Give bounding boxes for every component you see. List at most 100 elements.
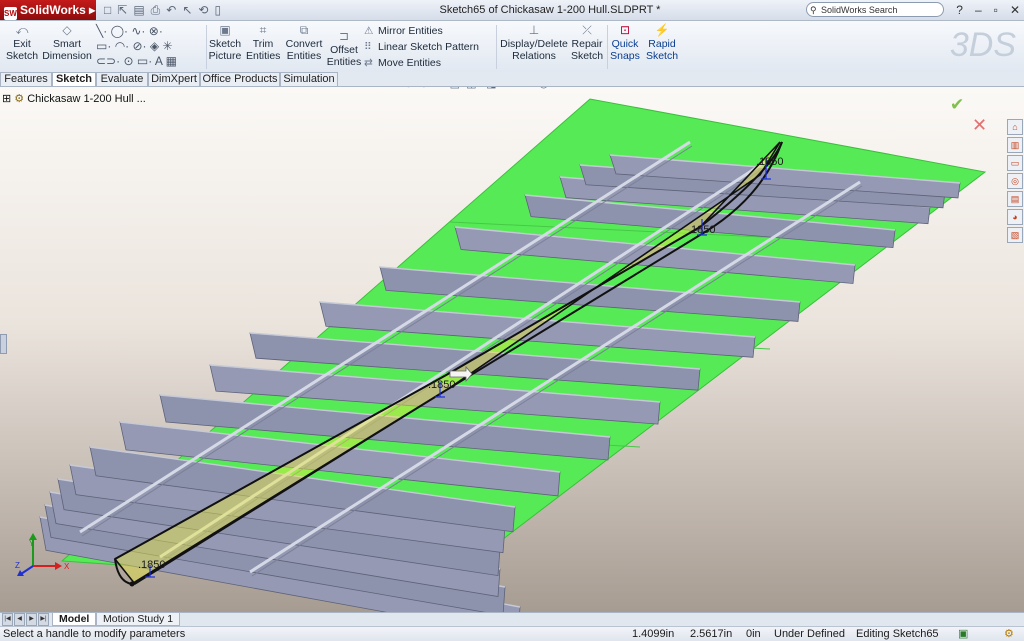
quick-snaps-button[interactable]: ⊡ Quick Snaps xyxy=(609,23,641,62)
file-explorer-icon[interactable]: ▭ xyxy=(1007,155,1023,171)
triad-x-label: X xyxy=(64,562,70,571)
view-palette-icon[interactable]: ◎ xyxy=(1007,173,1023,189)
repair-sketch-button[interactable]: ⤫ Repair Sketch xyxy=(570,23,604,62)
quick-tips-icon[interactable]: ▣ xyxy=(958,627,968,641)
slot-icon[interactable]: ⊂⊃· xyxy=(96,54,120,68)
save-icon[interactable]: ▤ xyxy=(133,1,144,19)
section-view-icon[interactable]: ▤ xyxy=(450,87,460,90)
undo-icon[interactable]: ↶ xyxy=(166,1,176,19)
display-style-icon[interactable]: ◨· xyxy=(486,87,500,90)
previous-view-icon[interactable]: ↺ xyxy=(434,87,443,90)
trim-entities-button[interactable]: ⌗ Trim Entities xyxy=(246,23,280,62)
prev-tab-icon[interactable]: ◀ xyxy=(14,613,25,626)
tab-features[interactable]: Features xyxy=(0,72,52,86)
hide-show-icon[interactable]: ◐· xyxy=(506,87,516,90)
line-icon[interactable]: ╲· xyxy=(96,24,107,38)
doc-restore-icon[interactable]: ▫ xyxy=(990,87,994,90)
offset-entities-button[interactable]: ⊐ Offset Entities xyxy=(326,29,362,68)
trim-entities-label: Trim Entities xyxy=(246,38,281,62)
display-delete-relations-button[interactable]: ⊥ Display/Delete Relations xyxy=(500,23,568,62)
rebuild-status-icon[interactable]: ⚙ xyxy=(1004,627,1014,641)
mirror-entities-button[interactable]: ⚠ Mirror Entities xyxy=(364,23,479,39)
minimize-icon[interactable]: – xyxy=(975,1,982,19)
dimension-label-3[interactable]: .1850 xyxy=(688,224,716,236)
tab-motion-study-1[interactable]: Motion Study 1 xyxy=(96,613,181,626)
zoom-to-fit-icon[interactable]: ⊕ xyxy=(404,87,413,90)
solidworks-logo[interactable]: SW SolidWorks ▸ xyxy=(0,0,96,20)
doc-minimize-icon[interactable]: – xyxy=(976,87,982,90)
design-library-icon[interactable]: ▥ xyxy=(1007,137,1023,153)
help-button[interactable]: ? xyxy=(956,1,963,19)
print-icon[interactable]: ⎙ xyxy=(151,1,161,19)
tab-dimxpert[interactable]: DimXpert xyxy=(148,72,200,86)
tab-office-products[interactable]: Office Products xyxy=(200,72,280,86)
exit-sketch-icon: ⤺ xyxy=(15,23,29,37)
forum-icon[interactable]: ▧ xyxy=(1007,227,1023,243)
smart-dimension-label: Smart Dimension xyxy=(42,38,92,62)
select-icon[interactable]: ↖ xyxy=(182,1,192,19)
rapid-sketch-button[interactable]: ⚡ Rapid Sketch xyxy=(645,23,679,62)
ellipse-icon[interactable]: ⊘· xyxy=(133,39,147,53)
new-document-icon[interactable]: □ xyxy=(104,1,111,19)
reference-triad: Y X Z xyxy=(15,533,70,576)
status-bar: Select a handle to modify parameters 1.4… xyxy=(0,626,1024,641)
next-tab-icon[interactable]: ▶ xyxy=(26,613,37,626)
search-input[interactable]: ⚲ SolidWorks Search xyxy=(806,2,944,17)
appearance-icon[interactable]: ●· xyxy=(523,87,533,90)
sketch-picture-button[interactable]: ▣ Sketch Picture xyxy=(208,23,242,62)
doc-close-icon[interactable]: ✕ xyxy=(1001,87,1009,90)
pattern-icon[interactable]: ◈ xyxy=(150,39,159,53)
tree-root-label: Chickasaw 1-200 Hull ... xyxy=(27,93,146,105)
exit-sketch-button[interactable]: ⤺ Exit Sketch xyxy=(4,23,40,62)
open-document-icon[interactable]: ⇱ xyxy=(117,1,127,19)
feature-tree-flyout[interactable]: ⊞ ⚙ Chickasaw 1-200 Hull ... xyxy=(2,92,146,105)
smart-dimension-button[interactable]: ◇ Smart Dimension xyxy=(42,23,92,62)
confirm-ok-icon[interactable]: ✔ xyxy=(950,95,964,115)
point-icon[interactable]: ✳ xyxy=(162,39,172,53)
rebuild-icon[interactable]: ⟲ xyxy=(198,1,208,19)
circle-icon[interactable]: ◯· xyxy=(111,24,128,38)
linear-sketch-pattern-button[interactable]: ⠿ Linear Sketch Pattern xyxy=(364,39,479,55)
trim-small-icon[interactable]: ⊗· xyxy=(149,24,163,38)
restore-icon[interactable]: ▫ xyxy=(994,1,998,19)
text-icon[interactable]: A xyxy=(155,54,162,68)
hull-model-view[interactable]: .1850 .1850 .1850 .1850 xyxy=(0,87,1024,612)
sketch-entities-grid: ╲· ◯· ∿· ⊗· ▭· ◠· ⊘· ◈ ✳ ⊂⊃· ⊙ ▭· A ▦ xyxy=(96,24,206,69)
display-delete-relations-label: Display/Delete Relations xyxy=(500,38,568,62)
tab-sketch[interactable]: Sketch xyxy=(52,72,96,86)
last-tab-icon[interactable]: ▶| xyxy=(38,613,49,626)
custom-properties-icon[interactable]: ▤ xyxy=(1007,191,1023,207)
confirm-cancel-icon[interactable]: ✕ xyxy=(972,115,987,136)
convert-entities-button[interactable]: ⧉ Convert Entities xyxy=(282,23,326,62)
resources-icon[interactable]: ⌂ xyxy=(1007,119,1023,135)
tab-simulation[interactable]: Simulation xyxy=(280,72,338,86)
scene-icon[interactable]: ◉ xyxy=(539,87,549,90)
polygon-icon[interactable]: ⊙ xyxy=(123,54,133,68)
move-entities-label: Move Entities xyxy=(378,57,442,69)
options-icon[interactable]: ▯ xyxy=(214,1,221,19)
tab-evaluate[interactable]: Evaluate xyxy=(96,72,148,86)
rapid-sketch-icon: ⚡ xyxy=(654,23,670,37)
arc-icon[interactable]: ◠· xyxy=(115,39,129,53)
dimension-label-1[interactable]: .1850 xyxy=(138,559,166,571)
grid-icon[interactable]: ▦ xyxy=(166,54,177,68)
graphics-area[interactable]: .1850 .1850 .1850 .1850 ⊞ ⚙ Chickasaw 1-… xyxy=(0,87,1024,612)
panel-splitter-handle[interactable] xyxy=(0,334,7,354)
spline-icon[interactable]: ∿· xyxy=(131,24,145,38)
view-orientation-icon[interactable]: ◫· xyxy=(466,87,480,90)
appearances-icon[interactable]: ◕ xyxy=(1007,209,1023,225)
zoom-area-icon[interactable]: ⊕ xyxy=(419,87,428,90)
dimension-label-4[interactable]: .1850 xyxy=(756,156,784,168)
first-tab-icon[interactable]: |◀ xyxy=(2,613,13,626)
plane-icon[interactable]: ▭· xyxy=(137,54,152,68)
status-x-coordinate: 1.4099in xyxy=(632,628,675,640)
expand-icon[interactable]: ⊞ xyxy=(2,93,11,105)
tab-model[interactable]: Model xyxy=(52,613,97,626)
quick-snaps-label: Quick Snaps xyxy=(610,38,640,62)
status-y-coordinate: 2.5617in xyxy=(690,628,733,640)
dimension-label-2[interactable]: .1850 xyxy=(428,379,456,391)
move-entities-button[interactable]: ⇄ Move Entities xyxy=(364,55,479,71)
sketch-endpoint[interactable] xyxy=(129,581,135,587)
rectangle-icon[interactable]: ▭· xyxy=(96,39,111,53)
close-icon[interactable]: ✕ xyxy=(1010,1,1020,19)
